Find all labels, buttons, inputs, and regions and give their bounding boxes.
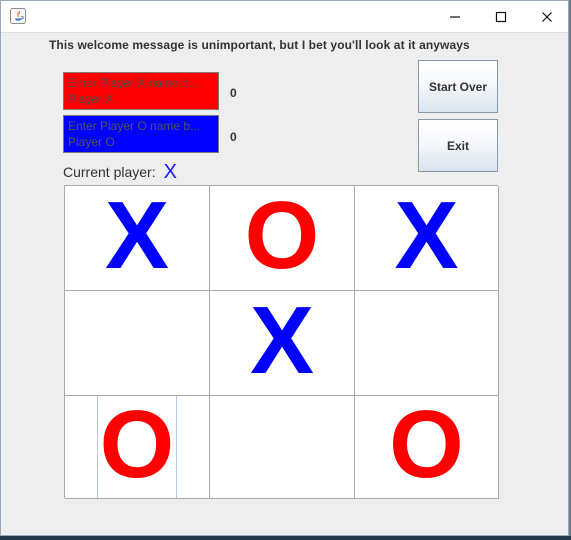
focus-line-right	[176, 396, 177, 498]
cell-mark: X	[394, 186, 459, 289]
player-o-score: 0	[230, 130, 237, 144]
board-cell-5[interactable]: X	[210, 291, 355, 396]
cell-mark: O	[244, 186, 320, 289]
tic-tac-toe-window: This welcome message is unimportant, but…	[0, 0, 569, 536]
current-player-label: Current player:	[63, 164, 156, 180]
maximize-icon	[495, 11, 507, 22]
minimize-button[interactable]	[432, 1, 478, 32]
start-over-button[interactable]: Start Over	[418, 60, 498, 113]
board-cell-9[interactable]: O	[355, 396, 499, 499]
board-cell-1[interactable]: X	[65, 186, 210, 291]
player-x-placeholder: Enter Player X name b...	[68, 76, 199, 90]
board-cell-4[interactable]	[65, 291, 210, 396]
title-bar	[1, 1, 568, 33]
board-cell-3[interactable]: X	[355, 186, 499, 291]
cell-mark: O	[99, 396, 175, 498]
maximize-button[interactable]	[478, 1, 524, 32]
cell-mark: X	[249, 291, 315, 394]
close-icon	[542, 11, 552, 22]
player-o-value: Player O	[68, 135, 115, 149]
cell-mark: O	[389, 396, 464, 498]
exit-button[interactable]: Exit	[418, 119, 498, 172]
player-x-name-input[interactable]: Enter Player X name b... Player X	[63, 72, 219, 110]
player-x-value: Player X	[68, 92, 114, 106]
board-cell-7[interactable]: O	[65, 396, 210, 499]
board-cell-8[interactable]	[210, 396, 355, 499]
java-app-icon	[10, 8, 26, 24]
player-x-score: 0	[230, 86, 237, 100]
game-board: X O X X O O	[64, 185, 499, 499]
current-player-value: X	[163, 161, 177, 183]
player-o-name-input[interactable]: Enter Player O name b... Player O	[63, 115, 219, 153]
close-button[interactable]	[524, 1, 568, 32]
desktop-background-strip	[0, 536, 571, 540]
player-x-input-content: Enter Player X name b... Player X	[68, 75, 214, 107]
board-cell-6[interactable]	[355, 291, 499, 396]
player-o-input-content: Enter Player O name b... Player O	[68, 118, 214, 150]
current-player-status: Current player: X	[63, 161, 177, 183]
board-cell-2[interactable]: O	[210, 186, 355, 291]
player-o-placeholder: Enter Player O name b...	[68, 119, 201, 133]
welcome-message: This welcome message is unimportant, but…	[49, 38, 470, 52]
cell-mark: X	[104, 186, 170, 289]
minimize-icon	[450, 15, 460, 18]
focus-line-left	[97, 396, 98, 498]
